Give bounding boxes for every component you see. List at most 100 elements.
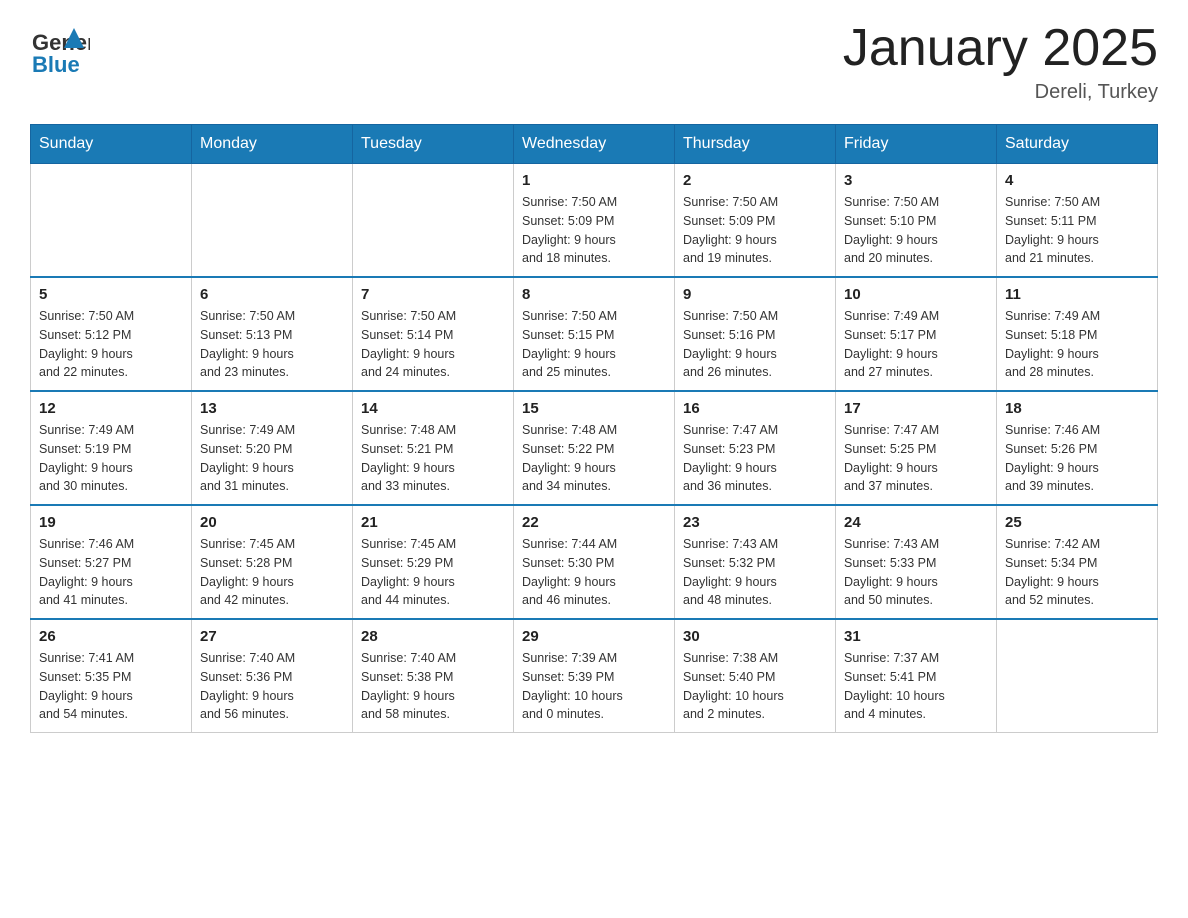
calendar-cell: 2 Sunrise: 7:50 AM Sunset: 5:09 PM Daylig… — [675, 164, 836, 278]
day-info: Sunrise: 7:39 AM Sunset: 5:39 PM Dayligh… — [522, 649, 666, 724]
calendar-cell: 4 Sunrise: 7:50 AM Sunset: 5:11 PM Daylig… — [997, 164, 1158, 278]
calendar-cell: 10 Sunrise: 7:49 AM Sunset: 5:17 PM Dayli… — [836, 277, 997, 391]
day-number: 29 — [522, 628, 666, 645]
day-info: Sunrise: 7:50 AM Sunset: 5:09 PM Dayligh… — [522, 193, 666, 268]
day-info: Sunrise: 7:50 AM Sunset: 5:09 PM Dayligh… — [683, 193, 827, 268]
calendar-cell: 17 Sunrise: 7:47 AM Sunset: 5:25 PM Dayli… — [836, 391, 997, 505]
day-info: Sunrise: 7:49 AM Sunset: 5:18 PM Dayligh… — [1005, 307, 1149, 382]
calendar-header-friday: Friday — [836, 125, 997, 164]
day-number: 30 — [683, 628, 827, 645]
page-title: January 2025 — [843, 20, 1158, 77]
calendar-header-monday: Monday — [192, 125, 353, 164]
calendar-week-4: 19Sunrise: 7:46 AM Sunset: 5:27 PM Dayli… — [31, 505, 1158, 619]
day-info: Sunrise: 7:45 AM Sunset: 5:28 PM Dayligh… — [200, 535, 344, 610]
calendar-cell: 19Sunrise: 7:46 AM Sunset: 5:27 PM Dayli… — [31, 505, 192, 619]
calendar-header-sunday: Sunday — [31, 125, 192, 164]
day-number: 17 — [844, 400, 988, 417]
calendar-cell: 14 Sunrise: 7:48 AM Sunset: 5:21 PM Dayli… — [353, 391, 514, 505]
calendar-cell: 16Sunrise: 7:47 AM Sunset: 5:23 PM Dayli… — [675, 391, 836, 505]
day-number: 6 — [200, 286, 344, 303]
calendar-cell: 11 Sunrise: 7:49 AM Sunset: 5:18 PM Dayli… — [997, 277, 1158, 391]
day-info: Sunrise: 7:46 AM Sunset: 5:27 PM Dayligh… — [39, 535, 183, 610]
day-info: Sunrise: 7:50 AM Sunset: 5:10 PM Dayligh… — [844, 193, 988, 268]
day-number: 1 — [522, 172, 666, 189]
calendar-cell: 13 Sunrise: 7:49 AM Sunset: 5:20 PM Dayli… — [192, 391, 353, 505]
day-number: 28 — [361, 628, 505, 645]
calendar-header-wednesday: Wednesday — [514, 125, 675, 164]
page-subtitle: Dereli, Turkey — [843, 81, 1158, 104]
day-number: 10 — [844, 286, 988, 303]
day-number: 9 — [683, 286, 827, 303]
day-info: Sunrise: 7:50 AM Sunset: 5:13 PM Dayligh… — [200, 307, 344, 382]
day-number: 18 — [1005, 400, 1149, 417]
calendar-cell: 29 Sunrise: 7:39 AM Sunset: 5:39 PM Dayli… — [514, 619, 675, 733]
calendar-header-row: SundayMondayTuesdayWednesdayThursdayFrid… — [31, 125, 1158, 164]
day-info: Sunrise: 7:37 AM Sunset: 5:41 PM Dayligh… — [844, 649, 988, 724]
day-info: Sunrise: 7:49 AM Sunset: 5:19 PM Dayligh… — [39, 421, 183, 496]
day-info: Sunrise: 7:50 AM Sunset: 5:11 PM Dayligh… — [1005, 193, 1149, 268]
calendar-header-saturday: Saturday — [997, 125, 1158, 164]
calendar-cell — [31, 164, 192, 278]
calendar-cell: 1 Sunrise: 7:50 AM Sunset: 5:09 PM Daylig… — [514, 164, 675, 278]
day-number: 12 — [39, 400, 183, 417]
day-info: Sunrise: 7:42 AM Sunset: 5:34 PM Dayligh… — [1005, 535, 1149, 610]
calendar-header-tuesday: Tuesday — [353, 125, 514, 164]
day-number: 21 — [361, 514, 505, 531]
calendar-week-5: 26 Sunrise: 7:41 AM Sunset: 5:35 PM Dayli… — [31, 619, 1158, 733]
day-number: 23 — [683, 514, 827, 531]
logo-icon: General Blue — [30, 20, 90, 80]
day-info: Sunrise: 7:48 AM Sunset: 5:21 PM Dayligh… — [361, 421, 505, 496]
calendar-cell: 9 Sunrise: 7:50 AM Sunset: 5:16 PM Daylig… — [675, 277, 836, 391]
day-info: Sunrise: 7:49 AM Sunset: 5:17 PM Dayligh… — [844, 307, 988, 382]
calendar-cell: 26 Sunrise: 7:41 AM Sunset: 5:35 PM Dayli… — [31, 619, 192, 733]
day-number: 14 — [361, 400, 505, 417]
day-number: 4 — [1005, 172, 1149, 189]
calendar-cell: 28 Sunrise: 7:40 AM Sunset: 5:38 PM Dayli… — [353, 619, 514, 733]
calendar-cell: 30Sunrise: 7:38 AM Sunset: 5:40 PM Dayli… — [675, 619, 836, 733]
day-number: 20 — [200, 514, 344, 531]
day-info: Sunrise: 7:49 AM Sunset: 5:20 PM Dayligh… — [200, 421, 344, 496]
calendar-week-1: 1 Sunrise: 7:50 AM Sunset: 5:09 PM Daylig… — [31, 164, 1158, 278]
svg-text:Blue: Blue — [32, 52, 80, 77]
day-info: Sunrise: 7:48 AM Sunset: 5:22 PM Dayligh… — [522, 421, 666, 496]
page-header: General Blue January 2025 Dereli, Turkey — [30, 20, 1158, 104]
day-info: Sunrise: 7:43 AM Sunset: 5:33 PM Dayligh… — [844, 535, 988, 610]
day-info: Sunrise: 7:47 AM Sunset: 5:25 PM Dayligh… — [844, 421, 988, 496]
calendar-cell: 18 Sunrise: 7:46 AM Sunset: 5:26 PM Dayli… — [997, 391, 1158, 505]
day-number: 25 — [1005, 514, 1149, 531]
calendar-cell: 27 Sunrise: 7:40 AM Sunset: 5:36 PM Dayli… — [192, 619, 353, 733]
day-number: 27 — [200, 628, 344, 645]
day-info: Sunrise: 7:40 AM Sunset: 5:38 PM Dayligh… — [361, 649, 505, 724]
calendar-cell — [192, 164, 353, 278]
calendar-cell: 21 Sunrise: 7:45 AM Sunset: 5:29 PM Dayli… — [353, 505, 514, 619]
day-info: Sunrise: 7:40 AM Sunset: 5:36 PM Dayligh… — [200, 649, 344, 724]
calendar-cell: 12 Sunrise: 7:49 AM Sunset: 5:19 PM Dayli… — [31, 391, 192, 505]
day-info: Sunrise: 7:44 AM Sunset: 5:30 PM Dayligh… — [522, 535, 666, 610]
calendar-table: SundayMondayTuesdayWednesdayThursdayFrid… — [30, 124, 1158, 733]
day-number: 15 — [522, 400, 666, 417]
calendar-cell: 24 Sunrise: 7:43 AM Sunset: 5:33 PM Dayli… — [836, 505, 997, 619]
calendar-cell: 20 Sunrise: 7:45 AM Sunset: 5:28 PM Dayli… — [192, 505, 353, 619]
title-block: January 2025 Dereli, Turkey — [843, 20, 1158, 104]
day-info: Sunrise: 7:45 AM Sunset: 5:29 PM Dayligh… — [361, 535, 505, 610]
calendar-cell: 25 Sunrise: 7:42 AM Sunset: 5:34 PM Dayli… — [997, 505, 1158, 619]
day-number: 5 — [39, 286, 183, 303]
day-info: Sunrise: 7:41 AM Sunset: 5:35 PM Dayligh… — [39, 649, 183, 724]
calendar-cell: 7Sunrise: 7:50 AM Sunset: 5:14 PM Daylig… — [353, 277, 514, 391]
day-number: 11 — [1005, 286, 1149, 303]
calendar-cell: 5Sunrise: 7:50 AM Sunset: 5:12 PM Daylig… — [31, 277, 192, 391]
day-info: Sunrise: 7:50 AM Sunset: 5:14 PM Dayligh… — [361, 307, 505, 382]
day-number: 13 — [200, 400, 344, 417]
calendar-cell: 8Sunrise: 7:50 AM Sunset: 5:15 PM Daylig… — [514, 277, 675, 391]
calendar-cell: 22Sunrise: 7:44 AM Sunset: 5:30 PM Dayli… — [514, 505, 675, 619]
day-info: Sunrise: 7:47 AM Sunset: 5:23 PM Dayligh… — [683, 421, 827, 496]
calendar-cell — [353, 164, 514, 278]
day-number: 2 — [683, 172, 827, 189]
day-info: Sunrise: 7:46 AM Sunset: 5:26 PM Dayligh… — [1005, 421, 1149, 496]
day-info: Sunrise: 7:50 AM Sunset: 5:16 PM Dayligh… — [683, 307, 827, 382]
day-number: 24 — [844, 514, 988, 531]
calendar-cell: 23Sunrise: 7:43 AM Sunset: 5:32 PM Dayli… — [675, 505, 836, 619]
calendar-week-3: 12 Sunrise: 7:49 AM Sunset: 5:19 PM Dayli… — [31, 391, 1158, 505]
day-number: 8 — [522, 286, 666, 303]
day-number: 26 — [39, 628, 183, 645]
